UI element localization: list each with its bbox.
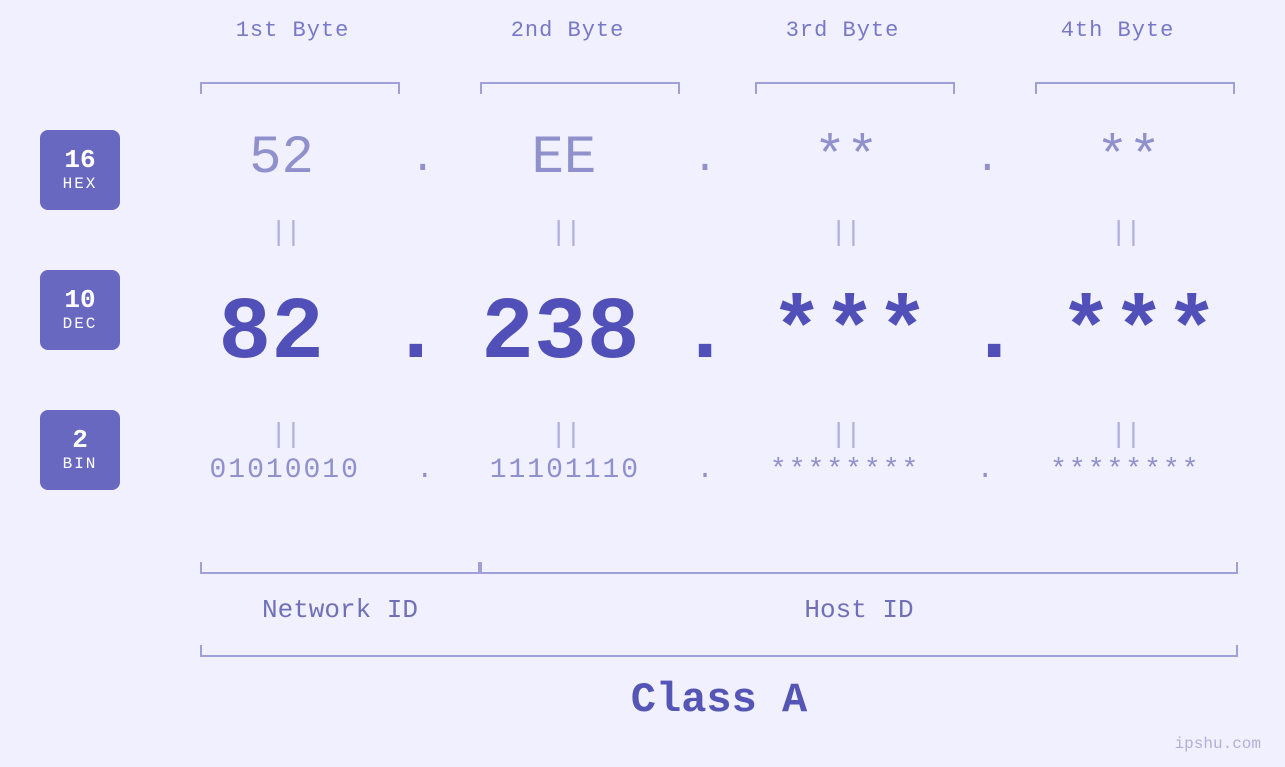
dec-dot-1: . bbox=[389, 285, 442, 384]
hex-b4: ** bbox=[1002, 128, 1255, 189]
bin-b3: ******** bbox=[715, 455, 974, 486]
hex-dot-2: . bbox=[692, 135, 717, 183]
byte-header-4: 4th Byte bbox=[980, 18, 1255, 43]
bracket-host-left bbox=[480, 562, 482, 574]
hex-b3: ** bbox=[720, 128, 973, 189]
eq-1: || bbox=[155, 218, 415, 249]
bracket-tr-2 bbox=[678, 82, 680, 94]
dec-dot-2: . bbox=[679, 285, 732, 384]
label-network-id: Network ID bbox=[200, 595, 480, 625]
dec-row: 82 . 238 . *** . *** bbox=[155, 285, 1255, 384]
eq-4: || bbox=[995, 218, 1255, 249]
bracket-class-left bbox=[200, 645, 202, 657]
dec-b2: 238 bbox=[444, 285, 676, 384]
hex-row: 52 . EE . ** . ** bbox=[155, 128, 1255, 189]
byte-headers: 1st Byte 2nd Byte 3rd Byte 4th Byte bbox=[155, 18, 1255, 43]
dec-dot-3: . bbox=[968, 285, 1021, 384]
eq-6: || bbox=[435, 420, 695, 451]
bin-b2: 11101110 bbox=[435, 455, 694, 486]
bracket-tr-1 bbox=[398, 82, 400, 94]
bin-b4: ******** bbox=[996, 455, 1255, 486]
bracket-top-3 bbox=[755, 82, 955, 84]
bracket-host-bottom bbox=[480, 572, 1238, 574]
hex-b2: EE bbox=[437, 128, 690, 189]
label-host-id: Host ID bbox=[480, 595, 1238, 625]
dec-b3: *** bbox=[733, 285, 965, 384]
bracket-top-2 bbox=[480, 82, 680, 84]
bin-dot-2: . bbox=[697, 455, 714, 486]
bracket-top-1 bbox=[200, 82, 400, 84]
byte-header-2: 2nd Byte bbox=[430, 18, 705, 43]
label-class: Class A bbox=[200, 676, 1238, 724]
equals-row-1: || || || || bbox=[155, 218, 1255, 249]
hex-dot-3: . bbox=[975, 135, 1000, 183]
hex-dot-1: . bbox=[410, 135, 435, 183]
bracket-tr-4 bbox=[1233, 82, 1235, 94]
bracket-network-left bbox=[200, 562, 202, 574]
bracket-tl-3 bbox=[755, 82, 757, 94]
bin-dot-1: . bbox=[416, 455, 433, 486]
bracket-host-right bbox=[1236, 562, 1238, 574]
badge-column: 16 HEX 10 DEC 2 BIN bbox=[40, 130, 120, 490]
eq-3: || bbox=[715, 218, 975, 249]
bracket-tl-2 bbox=[480, 82, 482, 94]
bin-b1: 01010010 bbox=[155, 455, 414, 486]
eq-2: || bbox=[435, 218, 695, 249]
bracket-tr-3 bbox=[953, 82, 955, 94]
hex-b1: 52 bbox=[155, 128, 408, 189]
bracket-tl-1 bbox=[200, 82, 202, 94]
watermark: ipshu.com bbox=[1175, 735, 1261, 753]
bracket-class-bottom bbox=[200, 655, 1238, 657]
byte-header-1: 1st Byte bbox=[155, 18, 430, 43]
bracket-top-4 bbox=[1035, 82, 1235, 84]
bracket-tl-4 bbox=[1035, 82, 1037, 94]
equals-row-2: || || || || bbox=[155, 420, 1255, 451]
bin-row: 01010010 . 11101110 . ******** . *******… bbox=[155, 455, 1255, 486]
eq-8: || bbox=[995, 420, 1255, 451]
bracket-class-right bbox=[1236, 645, 1238, 657]
eq-5: || bbox=[155, 420, 415, 451]
main-container: 1st Byte 2nd Byte 3rd Byte 4th Byte 16 H… bbox=[0, 0, 1285, 767]
byte-header-3: 3rd Byte bbox=[705, 18, 980, 43]
eq-7: || bbox=[715, 420, 975, 451]
badge-dec: 10 DEC bbox=[40, 270, 120, 350]
bin-dot-3: . bbox=[977, 455, 994, 486]
badge-bin: 2 BIN bbox=[40, 410, 120, 490]
dec-b1: 82 bbox=[155, 285, 387, 384]
dec-b4: *** bbox=[1023, 285, 1255, 384]
bracket-network-bottom bbox=[200, 572, 480, 574]
badge-hex: 16 HEX bbox=[40, 130, 120, 210]
